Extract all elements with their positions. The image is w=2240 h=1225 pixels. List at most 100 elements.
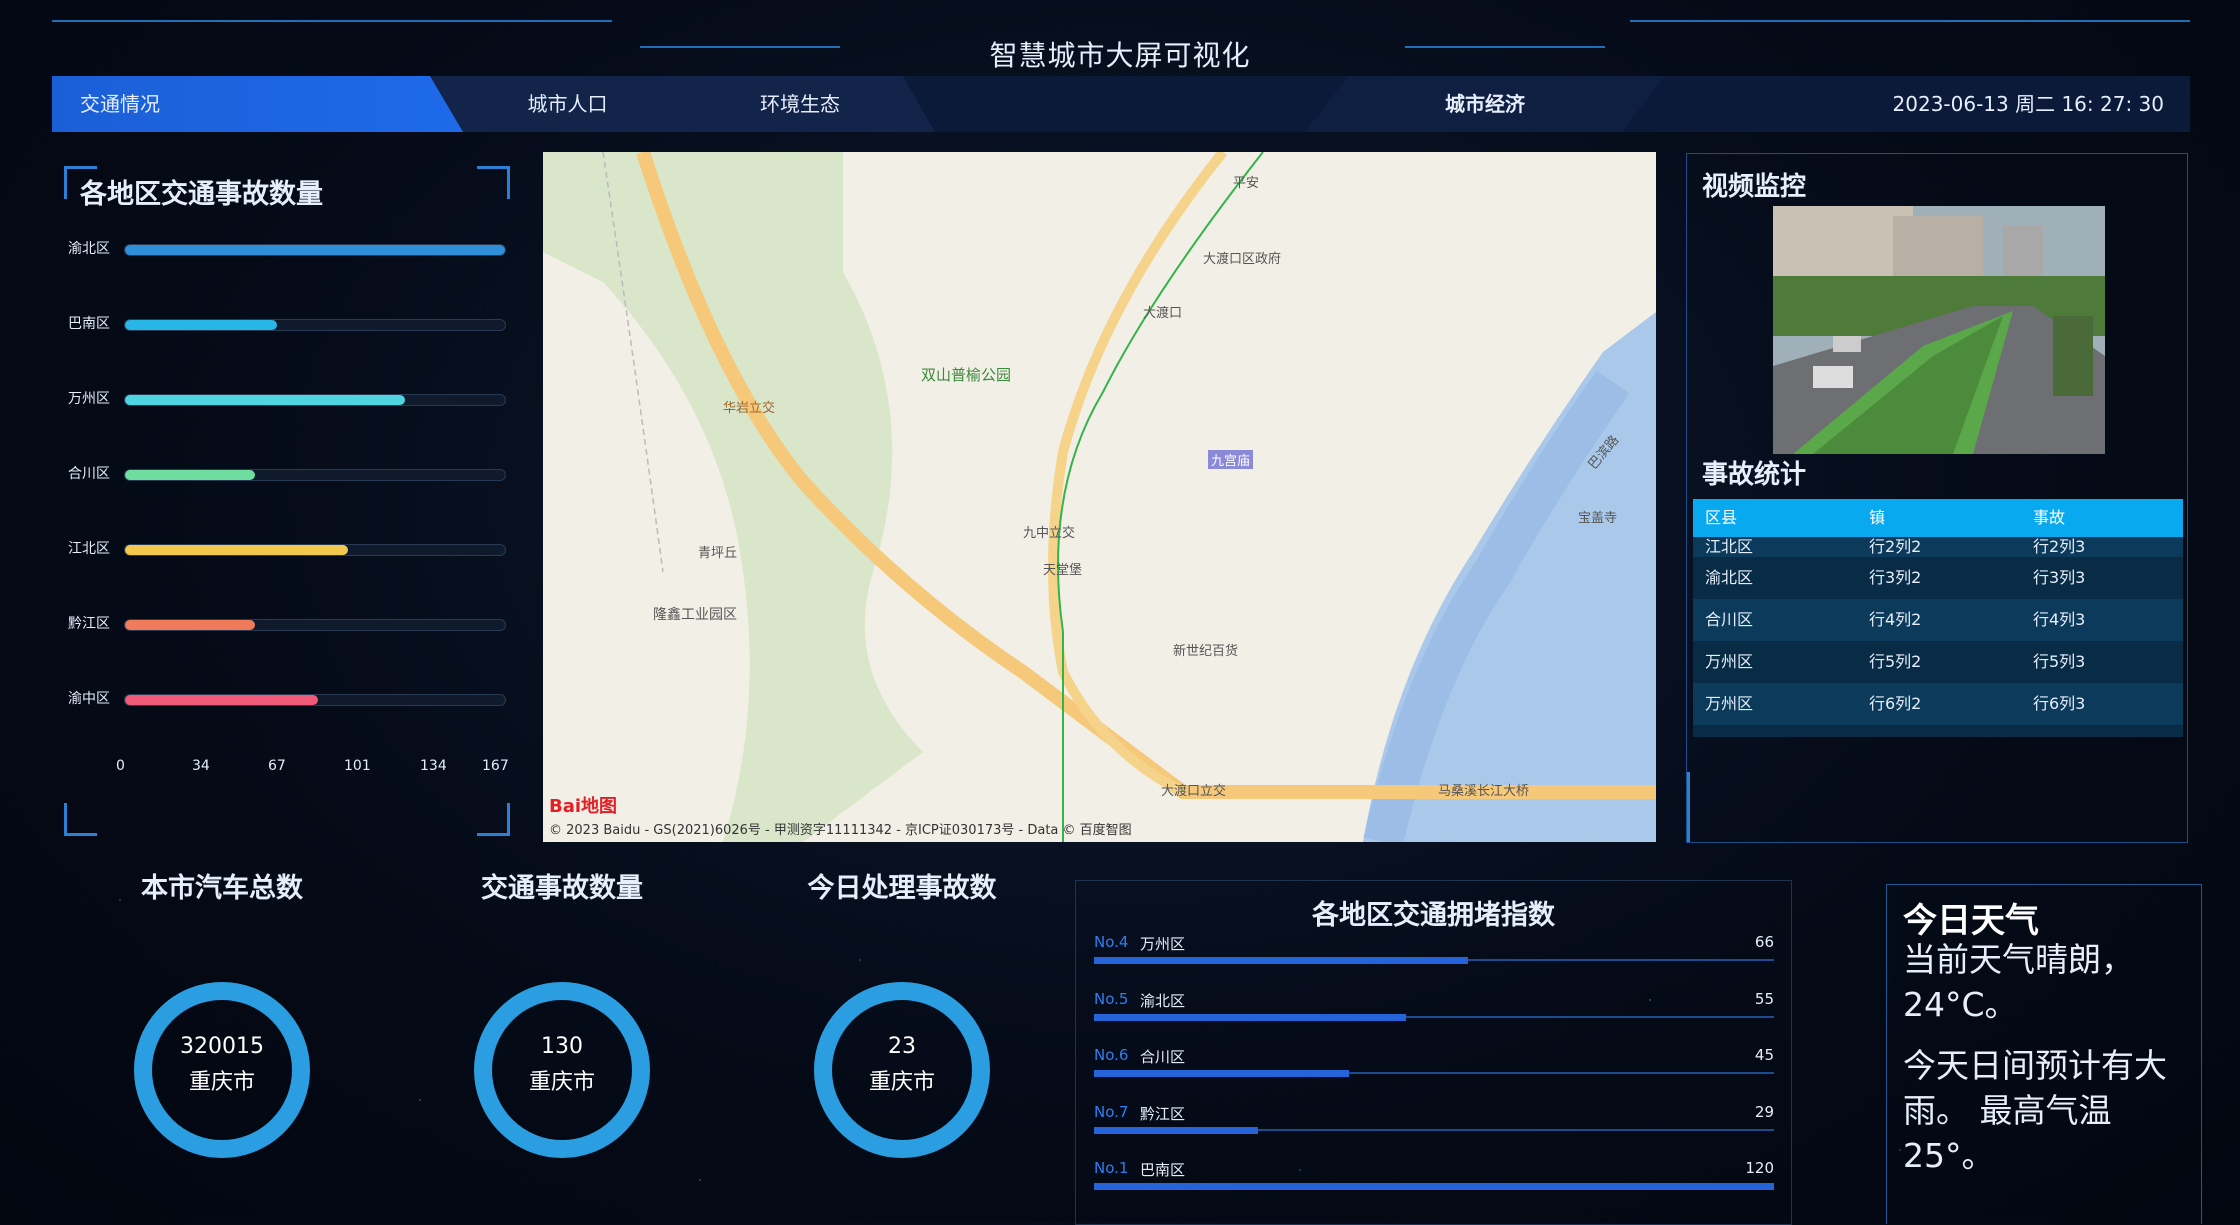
table-cell: 渝北区 bbox=[1705, 568, 1754, 587]
weather-current: 当前天气晴朗，24°C。 bbox=[1903, 940, 2134, 1024]
congestion-fill bbox=[1094, 1183, 1774, 1190]
stat-ring: 130 重庆市 bbox=[474, 982, 650, 1158]
map-label: 大渡口区政府 bbox=[1203, 252, 1282, 267]
accident-stats-title: 事故统计 bbox=[1702, 460, 1807, 490]
table-cell: 行3列3 bbox=[2033, 568, 2086, 587]
congestion-row: No.4 万州区 66 bbox=[1094, 933, 1774, 973]
congestion-fill bbox=[1094, 957, 1468, 964]
table-cell: 行7列3 bbox=[2033, 725, 2085, 737]
congestion-district: 渝北区 bbox=[1140, 991, 1186, 1010]
tab-economy-label: 城市经济 bbox=[1445, 92, 1525, 116]
bar-row: 巴南区 bbox=[68, 313, 508, 333]
congestion-value: 66 bbox=[1754, 933, 1774, 951]
accident-by-district-title: 各地区交通事故数量 bbox=[80, 179, 323, 210]
tab-traffic-label: 交通情况 bbox=[80, 92, 160, 116]
table-cell: 行5列2 bbox=[1869, 652, 1922, 671]
tab-economy[interactable]: 城市经济 bbox=[1305, 76, 1665, 132]
bar-label: 渝中区 bbox=[68, 691, 110, 707]
congestion-value: 29 bbox=[1754, 1102, 1774, 1121]
table-header-cell: 区县 bbox=[1705, 508, 1738, 527]
congestion-district: 合川区 bbox=[1140, 1048, 1186, 1066]
map-label: 华岩立交 bbox=[723, 401, 776, 416]
map-copyright: © 2023 Baidu - GS(2021)6026号 - 甲测资字11111… bbox=[549, 823, 1132, 838]
bar-fill bbox=[125, 470, 255, 480]
map-label: 九中立交 bbox=[1023, 526, 1076, 541]
map-label: 大渡口 bbox=[1143, 306, 1183, 321]
table-cell: 行7列2 bbox=[1869, 725, 1921, 737]
bar-fill bbox=[125, 320, 277, 330]
bar-row: 黔江区 bbox=[68, 613, 508, 633]
table-cell: 万州区 bbox=[1705, 652, 1754, 671]
table-row[interactable]: 渝北区 行3列2 行3列3 bbox=[1693, 557, 2183, 599]
accident-by-district-panel: 各地区交通事故数量 渝北区 巴南区 万州区 合川区 江北区 黔江区 渝中区 0 34 67 101… bbox=[64, 166, 510, 836]
datetime-display: 2023-06-13 周二 16: 27: 30 bbox=[1892, 92, 2164, 116]
tab-population-label: 城市人口 bbox=[527, 92, 608, 116]
bar-label: 合川区 bbox=[68, 466, 110, 482]
stat-value: 130 bbox=[541, 1034, 583, 1059]
map-label: 双山普榆公园 bbox=[921, 366, 1012, 384]
table-cell: 行2列2 bbox=[1869, 537, 1922, 556]
tab-traffic[interactable]: 交通情况 bbox=[52, 76, 472, 132]
bar-track bbox=[124, 544, 506, 556]
tab-population[interactable]: 城市人口 bbox=[430, 76, 705, 132]
bar-row: 渝北区 bbox=[68, 238, 508, 258]
congestion-district: 巴南区 bbox=[1140, 1161, 1186, 1179]
bar-fill bbox=[125, 620, 255, 630]
congestion-rank: No.7 bbox=[1094, 1102, 1129, 1121]
tab-environment[interactable]: 环境生态 bbox=[665, 76, 935, 132]
table-header-cell: 事故 bbox=[2033, 508, 2066, 527]
video-feed[interactable] bbox=[1773, 206, 2105, 454]
table-cell: 万州区 bbox=[1705, 725, 1753, 737]
bar-label: 江北区 bbox=[68, 541, 110, 557]
map-label: 宝盖寺 bbox=[1578, 511, 1618, 526]
table-row[interactable]: 万州区 行5列2 行5列3 bbox=[1693, 641, 2183, 683]
table-cell: 行5列3 bbox=[2033, 652, 2086, 671]
table-cell: 江北区 bbox=[1705, 537, 1754, 556]
map-label: 平安 bbox=[1233, 176, 1260, 191]
axis-tick-label: 67 bbox=[268, 758, 286, 774]
table-row[interactable]: 万州区 行7列2 行7列3 bbox=[1693, 725, 2183, 737]
table-cell: 行6列3 bbox=[2033, 694, 2086, 713]
congestion-rank: No.4 bbox=[1094, 933, 1129, 951]
bar-track bbox=[124, 694, 506, 706]
table-cell: 万州区 bbox=[1705, 694, 1754, 713]
bar-track bbox=[124, 619, 506, 631]
table-row[interactable]: 江北区 行2列2 行2列3 bbox=[1693, 537, 2183, 557]
stat-title: 本市汽车总数 bbox=[141, 873, 303, 904]
table-row[interactable]: 合川区 行4列2 行4列3 bbox=[1693, 599, 2183, 641]
congestion-row: No.5 渝北区 55 bbox=[1094, 990, 1774, 1030]
bar-row: 万州区 bbox=[68, 388, 508, 408]
bar-track bbox=[124, 244, 506, 256]
stat-city: 重庆市 bbox=[868, 1070, 935, 1095]
city-map[interactable]: 平安 大渡口 双山普榆公园 华岩立交 九中立交 天堂堡 大渡口立交 马桑溪长江大… bbox=[543, 152, 1656, 842]
stat-city: 重庆市 bbox=[188, 1070, 255, 1095]
congestion-district: 黔江区 bbox=[1140, 1104, 1186, 1123]
header-line-right bbox=[1630, 20, 2190, 22]
table-cell: 行6列2 bbox=[1869, 694, 1922, 713]
table-cell: 合川区 bbox=[1705, 610, 1754, 629]
axis-tick-label: 101 bbox=[344, 758, 371, 774]
map-label: 隆鑫工业园区 bbox=[653, 607, 737, 623]
map-roads bbox=[543, 152, 1656, 842]
bar-row: 合川区 bbox=[68, 463, 508, 483]
weather-forecast: 今天日间预计有大雨。 最高气温25°。 bbox=[1903, 1046, 2167, 1175]
corner-decoration bbox=[477, 166, 510, 199]
axis-tick-label: 0 bbox=[116, 758, 125, 774]
table-row[interactable]: 万州区 行6列2 行6列3 bbox=[1693, 683, 2183, 725]
axis-tick-label: 167 bbox=[482, 758, 509, 774]
stat-title: 交通事故数量 bbox=[481, 873, 643, 904]
map-label: 九宫庙 bbox=[1208, 450, 1254, 469]
congestion-value: 55 bbox=[1754, 989, 1774, 1008]
bar-track bbox=[124, 394, 506, 406]
corner-decoration bbox=[477, 803, 510, 836]
congestion-rank: No.5 bbox=[1094, 989, 1129, 1008]
bar-fill bbox=[125, 245, 505, 255]
stat-value: 320015 bbox=[180, 1034, 264, 1059]
congestion-row: No.6 合川区 45 bbox=[1094, 1046, 1774, 1086]
table-cell: 行2列3 bbox=[2033, 537, 2086, 556]
congestion-value: 45 bbox=[1754, 1046, 1774, 1064]
congestion-rank: No.6 bbox=[1094, 1046, 1129, 1064]
congestion-row: No.1 巴南区 120 bbox=[1094, 1159, 1774, 1199]
corner-decoration bbox=[64, 803, 97, 836]
accident-table-header: 区县 镇 事故 bbox=[1693, 499, 2183, 537]
